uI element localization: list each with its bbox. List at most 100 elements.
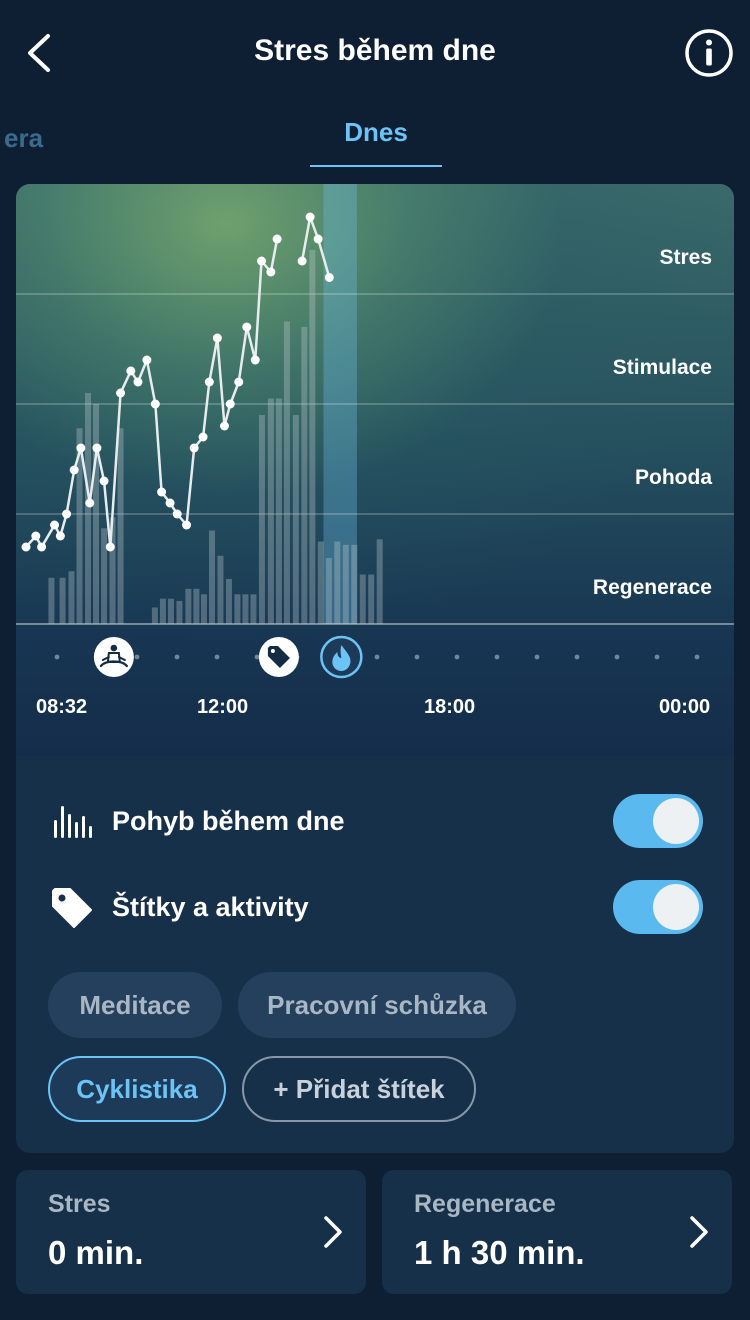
movement-bars-icon xyxy=(54,806,92,838)
activity-bar xyxy=(376,539,383,624)
toggle-knob xyxy=(653,884,699,930)
chip-meeting[interactable]: Pracovní schůzka xyxy=(238,972,516,1038)
timeline-dot xyxy=(254,654,260,660)
stress-chart: Stres Stimulace Pohoda Regenerace 08:32 … xyxy=(16,184,734,756)
stress-point xyxy=(219,421,229,431)
stress-point xyxy=(225,399,235,409)
info-icon[interactable] xyxy=(684,28,734,78)
fire-icon[interactable] xyxy=(320,635,363,679)
zone-lines xyxy=(16,293,734,625)
tag-icon[interactable] xyxy=(258,637,299,677)
stress-point xyxy=(99,476,109,486)
toggle-row-movement: Pohyb během dne xyxy=(16,790,734,850)
stress-point xyxy=(165,498,175,508)
activity-bar xyxy=(193,588,200,624)
tag-icon xyxy=(52,888,92,928)
timeline-dot xyxy=(494,654,500,660)
activity-bar xyxy=(242,594,249,624)
activity-bar xyxy=(275,398,282,624)
activity-bar xyxy=(334,541,341,624)
timeline-dot xyxy=(174,654,180,660)
activity-bar xyxy=(267,398,274,624)
chart-canvas xyxy=(16,184,734,679)
stress-point xyxy=(133,377,143,387)
zone-label-regenerace: Regenerace xyxy=(592,576,712,599)
activity-bar xyxy=(234,594,241,624)
add-tag-button[interactable]: + Přidat štítek xyxy=(242,1056,476,1122)
activity-bar xyxy=(342,544,349,624)
zone-label-pohoda: Pohoda xyxy=(635,466,712,489)
activity-bar xyxy=(159,598,166,624)
tags-toggle[interactable] xyxy=(613,880,703,934)
activity-bar xyxy=(117,428,124,624)
stress-point xyxy=(257,256,267,266)
stress-point xyxy=(21,542,31,552)
tab-underline xyxy=(310,165,442,167)
stress-point xyxy=(313,234,323,244)
timeline-dot xyxy=(214,654,220,660)
stress-point xyxy=(266,267,276,277)
regeneration-summary-card[interactable]: Regenerace 1 h 30 min. xyxy=(382,1170,732,1294)
card-label: Stres xyxy=(48,1190,111,1218)
toggle-knob xyxy=(653,798,699,844)
activity-bar xyxy=(309,250,316,624)
timeline-dot xyxy=(694,654,700,660)
activity-bar xyxy=(292,415,299,624)
stress-point xyxy=(324,273,334,282)
stress-point xyxy=(62,509,72,519)
tab-previous[interactable]: era xyxy=(4,123,43,154)
card-value: 0 min. xyxy=(48,1234,144,1271)
activity-bar xyxy=(84,393,91,624)
activity-bar xyxy=(151,607,158,624)
date-tabs: era Dnes xyxy=(0,105,750,170)
page-title: Stres během dne xyxy=(254,34,496,67)
top-bar: Stres během dne xyxy=(0,0,750,105)
timeline-dot xyxy=(574,654,580,660)
stress-point xyxy=(157,487,167,497)
stress-point xyxy=(150,399,160,409)
stress-point xyxy=(55,531,65,541)
stress-point xyxy=(250,355,260,365)
chevron-right-icon xyxy=(324,1216,342,1248)
stress-point xyxy=(204,377,214,387)
toggle-label: Pohyb během dne xyxy=(112,806,345,836)
stress-point xyxy=(189,443,199,453)
stress-point xyxy=(242,322,252,332)
activity-bar xyxy=(200,594,207,624)
timeline-dot xyxy=(374,654,380,660)
stress-point xyxy=(182,520,192,530)
chip-cycling[interactable]: Cyklistika xyxy=(48,1056,226,1122)
timeline-dot xyxy=(654,654,660,660)
stress-point xyxy=(172,509,182,519)
movement-toggle[interactable] xyxy=(613,794,703,848)
timeline-dot xyxy=(614,654,620,660)
stress-point xyxy=(272,234,282,244)
card-value: 1 h 30 min. xyxy=(414,1234,585,1271)
activity-bar xyxy=(185,588,192,624)
stress-point xyxy=(105,542,115,552)
stress-summary-card[interactable]: Stres 0 min. xyxy=(16,1170,366,1294)
stress-panel: Stres Stimulace Pohoda Regenerace 08:32 … xyxy=(16,184,734,1153)
activity-bar xyxy=(176,600,183,624)
activity-bar xyxy=(48,577,55,624)
activity-bar xyxy=(368,574,375,624)
x-tick-label: 12:00 xyxy=(197,696,249,718)
timeline-dot xyxy=(54,654,60,660)
timeline xyxy=(54,635,700,679)
card-label: Regenerace xyxy=(414,1190,556,1218)
timeline-dot xyxy=(134,654,140,660)
toggle-label: Štítky a aktivity xyxy=(112,892,309,922)
stress-point xyxy=(31,531,41,541)
stress-point xyxy=(212,333,222,343)
meditation-icon[interactable] xyxy=(93,637,134,677)
activity-bar xyxy=(217,555,224,624)
stress-point xyxy=(37,542,47,552)
chevron-right-icon xyxy=(690,1216,708,1248)
activity-bar xyxy=(317,541,324,624)
activity-bar xyxy=(301,327,308,624)
chip-meditation[interactable]: Meditace xyxy=(48,972,222,1038)
tab-today[interactable]: Dnes xyxy=(310,117,442,148)
x-tick-label: 08:32 xyxy=(36,696,88,718)
activity-bar xyxy=(359,574,366,624)
stress-point xyxy=(76,443,86,453)
